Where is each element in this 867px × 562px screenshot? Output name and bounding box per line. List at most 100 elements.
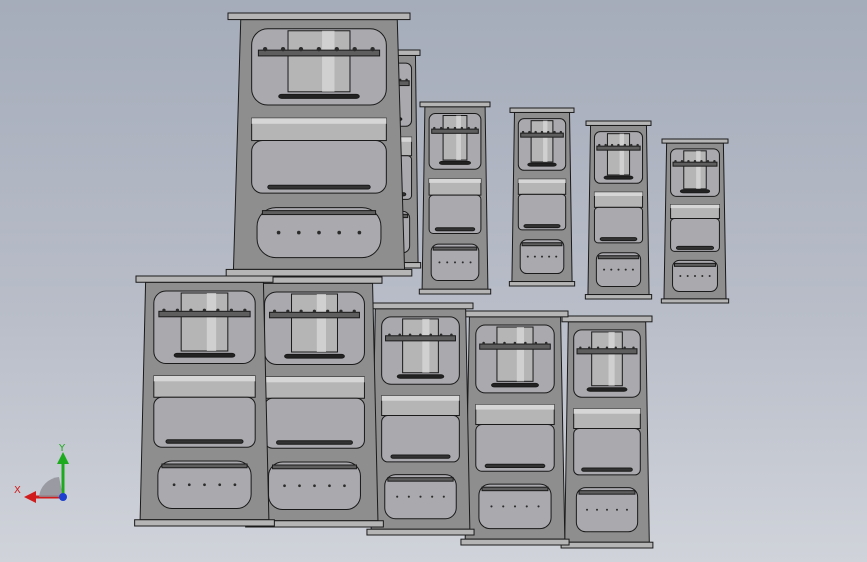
bed-bolt bbox=[625, 508, 628, 511]
bed-plate bbox=[578, 490, 636, 495]
bed-bolt bbox=[708, 274, 711, 277]
hydraulic-cylinder bbox=[287, 30, 351, 93]
flange-bolt bbox=[596, 346, 600, 349]
y-axis-label: Y bbox=[58, 443, 66, 454]
bed-bolt bbox=[298, 484, 301, 488]
top-plate bbox=[367, 302, 474, 310]
crosshead-highlight bbox=[594, 192, 643, 196]
press-frame-5[interactable] bbox=[660, 138, 730, 304]
cylinder-flange bbox=[596, 145, 641, 151]
press-frame-4[interactable] bbox=[584, 120, 653, 300]
flange-bolt bbox=[460, 126, 464, 130]
base-plate bbox=[460, 538, 570, 546]
lower-platen bbox=[165, 439, 244, 444]
flange-bolt bbox=[632, 346, 635, 349]
axis-plane-indicator bbox=[39, 477, 63, 497]
flange-bolt bbox=[229, 308, 234, 312]
flange-bolt bbox=[467, 126, 470, 130]
bed-bolt bbox=[541, 255, 543, 258]
bed-bolt bbox=[407, 495, 410, 498]
lower-platen bbox=[523, 224, 561, 229]
flange-bolt bbox=[579, 346, 582, 349]
bed-bolt bbox=[343, 484, 346, 488]
press-frame-11[interactable] bbox=[134, 275, 275, 527]
bed-bolt bbox=[419, 495, 422, 498]
flange-bolt bbox=[453, 126, 457, 130]
crosshead-highlight bbox=[251, 118, 387, 124]
lower-platen bbox=[267, 184, 371, 190]
bed-bolt bbox=[679, 274, 682, 277]
bed-bolt bbox=[631, 268, 634, 271]
flange-bolt bbox=[534, 130, 537, 134]
base-plate bbox=[560, 541, 654, 549]
cylinder-flange bbox=[431, 128, 479, 134]
bed-bolt bbox=[431, 495, 434, 498]
top-plate bbox=[661, 138, 729, 144]
flange-bolt bbox=[617, 143, 620, 147]
bed-bolt bbox=[233, 483, 237, 487]
flange-bolt bbox=[713, 159, 716, 163]
flange-bolt bbox=[559, 130, 563, 134]
press-frame-2[interactable] bbox=[418, 101, 492, 295]
flange-bolt bbox=[528, 130, 531, 134]
ram-plate bbox=[586, 387, 628, 392]
lower-platen bbox=[581, 467, 633, 472]
cylinder-flange bbox=[576, 348, 638, 355]
cylinder-flange bbox=[672, 161, 718, 167]
bed-bolt bbox=[526, 255, 529, 258]
flange-bolt bbox=[162, 308, 166, 312]
bed-plate bbox=[161, 463, 248, 469]
crosshead-highlight bbox=[264, 377, 365, 383]
flange-bolt bbox=[521, 130, 525, 134]
lower-platen bbox=[434, 227, 476, 232]
flange-bolt bbox=[553, 130, 556, 134]
press-frame-9[interactable] bbox=[366, 302, 475, 536]
flange-bolt bbox=[189, 308, 193, 312]
flange-bolt bbox=[398, 333, 402, 337]
bed-plate bbox=[272, 464, 357, 470]
press-frame-8[interactable] bbox=[460, 310, 570, 546]
cad-viewport[interactable] bbox=[0, 0, 867, 562]
bed-bolt bbox=[438, 261, 441, 264]
bed-bolt bbox=[357, 230, 362, 235]
bed-bolt bbox=[283, 484, 286, 488]
bed-bolt bbox=[615, 508, 618, 511]
bed-bolt bbox=[596, 508, 599, 511]
flange-bolt bbox=[326, 309, 330, 313]
bed-plate bbox=[261, 210, 377, 216]
lower-platen bbox=[599, 237, 638, 242]
cylinder-highlight bbox=[322, 30, 335, 92]
flange-bolt bbox=[693, 159, 697, 163]
press-frame-3[interactable] bbox=[508, 107, 576, 287]
bed-plate bbox=[481, 486, 549, 492]
flange-bolt bbox=[405, 78, 408, 81]
base-plate bbox=[225, 268, 413, 277]
flange-bolt bbox=[272, 309, 277, 313]
flange-bolt bbox=[524, 341, 527, 345]
hydraulic-cylinder bbox=[683, 150, 707, 190]
hydraulic-cylinder bbox=[496, 326, 534, 382]
hydraulic-cylinder bbox=[442, 115, 468, 161]
bed-bolt bbox=[694, 274, 696, 277]
flange-bolt bbox=[352, 309, 356, 313]
ram-plate bbox=[603, 175, 634, 180]
flange-bolt bbox=[503, 341, 506, 345]
flange-bolt bbox=[474, 126, 477, 130]
flange-bolt bbox=[540, 130, 544, 134]
bed-bolt bbox=[446, 261, 449, 264]
bed-plate bbox=[521, 242, 563, 247]
flange-bolt bbox=[492, 341, 496, 345]
top-plate bbox=[227, 12, 411, 21]
hydraulic-cylinder bbox=[180, 292, 229, 352]
top-plate bbox=[585, 120, 652, 126]
bed-bolt bbox=[555, 255, 558, 258]
press-frame-6[interactable] bbox=[225, 12, 413, 277]
flange-bolt bbox=[352, 46, 357, 52]
cylinder-flange bbox=[520, 132, 564, 138]
flange-bolt bbox=[706, 159, 710, 163]
bed-plate bbox=[597, 255, 640, 260]
press-frame-7[interactable] bbox=[560, 315, 654, 549]
lower-platen bbox=[276, 440, 353, 445]
bed-bolt bbox=[442, 495, 445, 498]
bed-bolt bbox=[606, 508, 608, 511]
